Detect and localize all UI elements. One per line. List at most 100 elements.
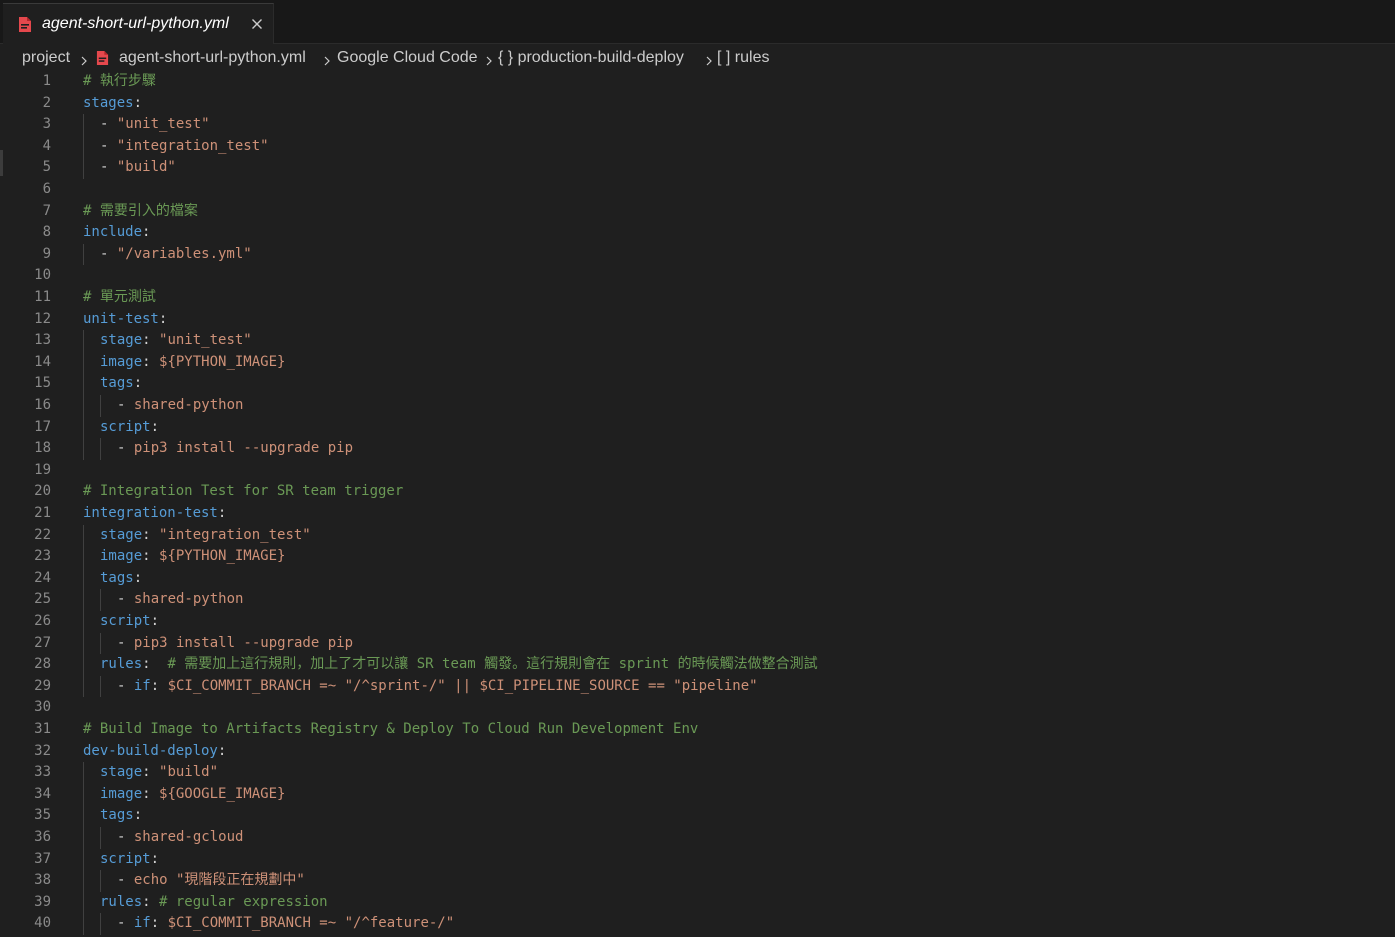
code-line[interactable]: 30 — [0, 697, 1395, 719]
code-token: - — [100, 116, 117, 133]
code-token: script — [100, 418, 151, 435]
code-line[interactable]: 9 - "/variables.yml" — [0, 243, 1395, 266]
code-token: - — [117, 634, 134, 651]
code-line[interactable]: 28 rules: # 需要加上這行規則，加上了才可以讓 SR team 觸發。這… — [0, 654, 1395, 676]
line-number: 20 — [34, 483, 51, 500]
code-token: $CI_COMMIT_BRANCH =~ "/^sprint-/" || $CI… — [167, 677, 758, 694]
code-line[interactable]: 37 script: — [0, 848, 1395, 871]
code-line[interactable]: 5 - "build" — [0, 157, 1395, 179]
line-number: 27 — [34, 634, 51, 651]
line-number: 12 — [34, 310, 51, 327]
code-line[interactable]: 6 — [0, 179, 1395, 201]
code-token: "unit_test" — [116, 116, 210, 133]
line-number: 11 — [34, 289, 51, 305]
breadcrumb-item-google-cloud-code[interactable]: Google Cloud Code — [337, 49, 478, 67]
code-token: : — [217, 742, 227, 759]
code-token: # Build Image to Artifacts Registry & De… — [83, 721, 699, 737]
code-token: # 需要加上這行規則，加上了才可以讓 SR team 觸發。這行規則會在 spr… — [167, 656, 818, 673]
code-text: script: — [100, 849, 159, 871]
code-line[interactable]: 14 image: ${PYTHON_IMAGE} — [0, 351, 1395, 374]
code-line[interactable]: 27 - pip3 install --upgrade pip — [0, 632, 1395, 655]
breadcrumb-item-file[interactable]: agent-short-url-python.yml — [119, 49, 306, 67]
code-line[interactable]: 7 # 需要引入的檔案 — [0, 201, 1395, 223]
code-line[interactable]: 29 - if: $CI_COMMIT_BRANCH =~ "/^sprint-/… — [0, 675, 1395, 698]
code-token: shared-python — [133, 397, 244, 413]
code-line[interactable]: 2 stages: — [0, 93, 1395, 115]
chevron-right-icon — [323, 53, 331, 66]
code-line[interactable]: 1 # 執行步驟 — [0, 71, 1395, 93]
breadcrumb-item-rules[interactable]: [ ] rules — [717, 49, 769, 67]
indent-guide — [100, 870, 101, 892]
indent-guide — [100, 913, 101, 935]
code-line[interactable]: 31 # Build Image to Artifacts Registry & … — [0, 719, 1395, 741]
code-line[interactable]: 12 unit-test: — [0, 309, 1395, 331]
code-line[interactable]: 33 stage: "build" — [0, 762, 1395, 784]
code-line[interactable]: 24 tags: — [0, 567, 1395, 590]
code-line[interactable]: 15 tags: — [0, 373, 1395, 395]
line-number: 15 — [34, 375, 51, 392]
code-text: stages: — [83, 93, 142, 115]
code-line[interactable]: 10 — [0, 265, 1395, 287]
code-editor[interactable]: 1 # 執行步驟 2 stages: 3 - "unit_test" 4 - "integra… — [0, 72, 1395, 937]
close-icon[interactable] — [249, 16, 265, 32]
tab-bar: agent-short-url-python.yml — [0, 0, 1395, 44]
code-token: "integration_test" — [159, 526, 311, 543]
tab-agent-short-url-python-yml[interactable]: agent-short-url-python.yml — [3, 3, 274, 44]
code-token: - — [100, 159, 117, 176]
line-number: 39 — [34, 893, 51, 910]
code-line[interactable]: 36 - shared-gcloud — [0, 827, 1395, 849]
code-line[interactable]: 16 - shared-python — [0, 395, 1395, 417]
code-line[interactable]: 32 dev-build-deploy: — [0, 741, 1395, 763]
code-line[interactable]: 25 - shared-python — [0, 589, 1395, 611]
code-text: rules: # 需要加上這行規則，加上了才可以讓 SR team 觸發。這行規… — [100, 654, 818, 676]
code-line[interactable]: 20 # Integration Test for SR team trigger — [0, 481, 1395, 503]
code-token: shared-python — [133, 591, 244, 608]
code-token: # 執行步驟 — [83, 73, 156, 89]
code-token: : — [142, 548, 160, 565]
code-text: - "build" — [100, 157, 176, 179]
code-token: pip3 install --upgrade pip — [133, 440, 354, 457]
code-token: - — [100, 137, 117, 154]
code-line[interactable]: 18 - pip3 install --upgrade pip — [0, 438, 1395, 460]
code-line[interactable]: 3 - "unit_test" — [0, 114, 1395, 136]
code-line[interactable]: 39 rules: # regular expression — [0, 891, 1395, 914]
code-text: rules: # regular expression — [100, 892, 328, 914]
code-line[interactable]: 19 — [0, 460, 1395, 482]
code-token: script — [100, 850, 151, 867]
breadcrumb-item-project[interactable]: project — [22, 49, 70, 67]
code-line[interactable]: 26 script: — [0, 611, 1395, 633]
code-token: image — [100, 785, 143, 802]
code-line[interactable]: 4 - "integration_test" — [0, 135, 1395, 158]
code-token: : — [133, 569, 143, 586]
code-line[interactable]: 22 stage: "integration_test" — [0, 524, 1395, 547]
line-number: 40 — [34, 915, 51, 932]
indent-guide — [83, 675, 84, 698]
code-line[interactable]: 38 - echo "現階段正在規劃中" — [0, 870, 1395, 892]
code-token: ${PYTHON_IMAGE} — [159, 353, 286, 370]
code-line[interactable]: 11 # 單元測試 — [0, 287, 1395, 309]
code-token: dev-build-deploy — [83, 742, 218, 759]
code-token: pip3 install --upgrade pip — [133, 634, 354, 651]
code-line[interactable]: 13 stage: "unit_test" — [0, 330, 1395, 352]
breadcrumb-item-production-build-deploy[interactable]: { } production-build-deploy — [498, 49, 684, 67]
line-number: 7 — [42, 202, 51, 219]
code-line[interactable]: 35 tags: — [0, 805, 1395, 827]
indent-guide — [83, 848, 84, 871]
code-line[interactable]: 23 image: ${PYTHON_IMAGE} — [0, 546, 1395, 568]
code-line[interactable]: 40 - if: $CI_COMMIT_BRANCH =~ "/^feature-… — [0, 913, 1395, 935]
yaml-file-icon — [18, 16, 32, 37]
code-text: integration-test: — [83, 503, 226, 525]
code-token: : — [133, 94, 143, 111]
code-text: stage: "integration_test" — [100, 525, 311, 547]
code-token: stage — [100, 332, 143, 349]
line-number: 32 — [34, 742, 51, 759]
code-line[interactable]: 17 script: — [0, 416, 1395, 439]
code-token: - — [117, 397, 134, 413]
code-editor-window: agent-short-url-python.yml project agent… — [0, 0, 1395, 937]
code-line[interactable]: 8 include: — [0, 222, 1395, 244]
code-token: - — [117, 677, 134, 694]
line-number: 29 — [34, 677, 51, 694]
code-line[interactable]: 21 integration-test: — [0, 503, 1395, 525]
code-line[interactable]: 34 image: ${GOOGLE_IMAGE} — [0, 783, 1395, 806]
code-text: - pip3 install --upgrade pip — [117, 438, 353, 460]
